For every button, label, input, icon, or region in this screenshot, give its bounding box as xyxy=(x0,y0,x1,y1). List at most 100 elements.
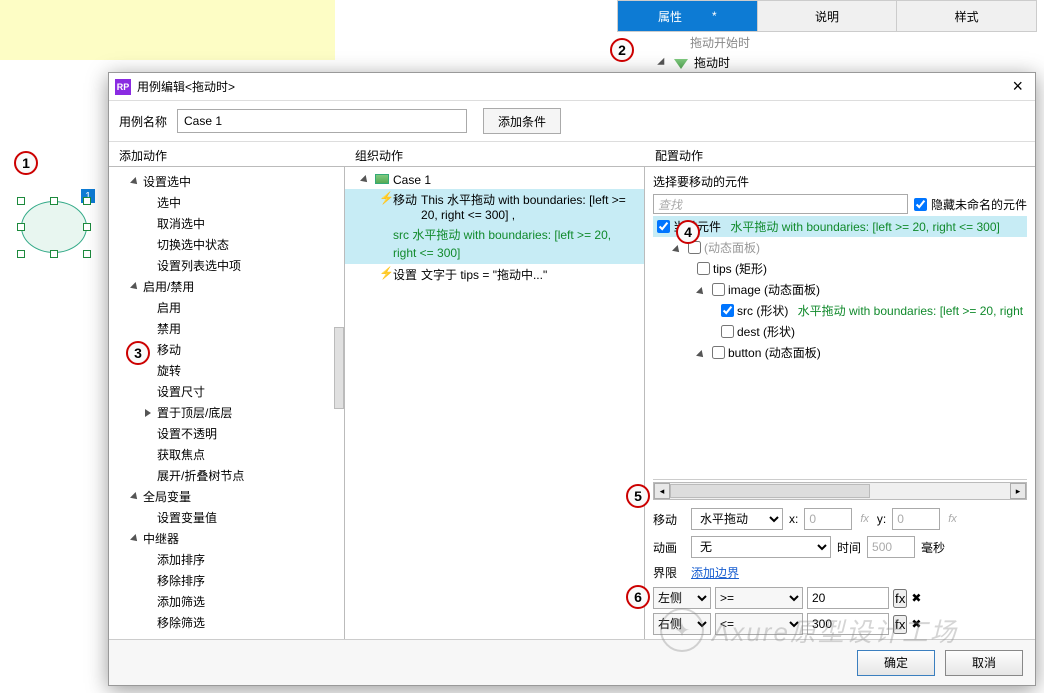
cfg-anim-select[interactable]: 无 xyxy=(691,536,831,558)
boundary-row-2: 右侧 <= fx ✖ xyxy=(653,613,1027,635)
boundary-side-select[interactable]: 左侧 xyxy=(653,587,711,609)
cfg-tree-hscroll[interactable]: ◂ ▸ xyxy=(653,482,1027,500)
configure-action-column: 选择要移动的元件 隐藏未命名的元件 当前元件 水平拖动 with boundar… xyxy=(645,167,1035,639)
shape-ellipse[interactable] xyxy=(21,201,87,253)
action-set-list-selected[interactable]: 设置列表选中项 xyxy=(109,255,344,276)
cfg-search-input[interactable] xyxy=(653,194,908,214)
action-focus[interactable]: 获取焦点 xyxy=(109,444,344,465)
dialog-columns: 设置选中 选中 取消选中 切换选中状态 设置列表选中项 启用/禁用 启用 禁用 … xyxy=(109,167,1035,639)
action-expand-tree[interactable]: 展开/折叠树节点 xyxy=(109,465,344,486)
cfg-move-type-select[interactable]: 水平拖动 xyxy=(691,508,783,530)
cfg-item-dp-root[interactable]: (动态面板) xyxy=(653,237,1027,258)
resize-handle[interactable] xyxy=(50,250,58,258)
action-toggle-selected[interactable]: 切换选中状态 xyxy=(109,234,344,255)
y-label: y: xyxy=(877,512,886,526)
action-bring[interactable]: 置于顶层/底层 xyxy=(109,402,344,423)
cfg-check[interactable] xyxy=(721,325,734,338)
boundary-delete-icon[interactable]: ✖ xyxy=(911,591,921,605)
add-condition-button[interactable]: 添加条件 xyxy=(483,108,561,134)
cfg-hide-unnamed-checkbox[interactable] xyxy=(914,198,927,211)
cfg-item-tips[interactable]: tips (矩形) xyxy=(653,258,1027,279)
action-remove-sort[interactable]: 移除排序 xyxy=(109,570,344,591)
org-action-set[interactable]: ⚡ 设置 文字于 tips = "拖动中..." xyxy=(345,264,644,285)
action-remove-filter[interactable]: 移除筛选 xyxy=(109,612,344,633)
boundary-op-select[interactable]: >= xyxy=(715,587,803,609)
resize-handle[interactable] xyxy=(50,197,58,205)
resize-handle[interactable] xyxy=(17,223,25,231)
scroll-track[interactable] xyxy=(670,484,1010,498)
add-action-column[interactable]: 设置选中 选中 取消选中 切换选中状态 设置列表选中项 启用/禁用 启用 禁用 … xyxy=(109,167,345,639)
case-name-input[interactable] xyxy=(177,109,467,133)
cfg-item-dest[interactable]: dest (形状) xyxy=(653,321,1027,342)
cfg-check[interactable] xyxy=(712,346,725,359)
cfg-item-image-dp[interactable]: image (动态面板) xyxy=(653,279,1027,300)
tab-style[interactable]: 样式 xyxy=(897,1,1036,31)
action-opacity[interactable]: 设置不透明 xyxy=(109,423,344,444)
resize-handle[interactable] xyxy=(83,250,91,258)
action-disable[interactable]: 禁用 xyxy=(109,318,344,339)
cfg-item-button-dp[interactable]: button (动态面板) xyxy=(653,342,1027,363)
canvas-yellow-bg xyxy=(0,0,335,60)
action-group-set-selected[interactable]: 设置选中 xyxy=(109,171,344,192)
events-panel: 拖动开始时 拖动时 xyxy=(640,32,1000,74)
case-name-label: 用例名称 xyxy=(119,113,167,130)
action-set-var[interactable]: 设置变量值 xyxy=(109,507,344,528)
scroll-thumb[interactable] xyxy=(670,484,870,498)
x-label: x: xyxy=(789,512,798,526)
bolt-icon: ⚡ xyxy=(379,266,391,280)
cfg-move-row: 移动 水平拖动 x: fx y: fx xyxy=(653,508,1027,530)
scroll-right-button[interactable]: ▸ xyxy=(1010,483,1026,499)
tab-attributes[interactable]: 属性* xyxy=(618,1,758,31)
annotation-4: 4 xyxy=(676,220,700,244)
action-enable[interactable]: 启用 xyxy=(109,297,344,318)
action-add-filter[interactable]: 添加筛选 xyxy=(109,591,344,612)
col-header-org: 组织动作 xyxy=(345,142,645,166)
cfg-check[interactable] xyxy=(697,262,710,275)
boundary-value-input[interactable] xyxy=(807,587,889,609)
action-deselect[interactable]: 取消选中 xyxy=(109,213,344,234)
boundary-delete-icon[interactable]: ✖ xyxy=(911,617,921,631)
boundary-fx-button[interactable]: fx xyxy=(893,589,907,608)
resize-handle[interactable] xyxy=(83,223,91,231)
action-group-globals[interactable]: 全局变量 xyxy=(109,486,344,507)
column-headers: 添加动作 组织动作 配置动作 xyxy=(109,141,1035,167)
resize-handle[interactable] xyxy=(17,250,25,258)
cfg-y-input[interactable] xyxy=(892,508,940,530)
action-group-repeater[interactable]: 中继器 xyxy=(109,528,344,549)
scroll-left-button[interactable]: ◂ xyxy=(654,483,670,499)
cfg-hide-unnamed[interactable]: 隐藏未命名的元件 xyxy=(914,196,1027,213)
tab-description[interactable]: 说明 xyxy=(758,1,898,31)
resize-handle[interactable] xyxy=(83,197,91,205)
selected-shape[interactable]: 1 xyxy=(15,195,93,259)
bolt-icon: ⚡ xyxy=(379,191,391,205)
organize-action-column[interactable]: Case 1 ⚡ 移动 This 水平拖动 with boundaries: [… xyxy=(345,167,645,639)
cfg-item-src[interactable]: src (形状) 水平拖动 with boundaries: [left >= … xyxy=(653,300,1027,321)
boundary-fx-button[interactable]: fx xyxy=(893,615,907,634)
cfg-time-input[interactable] xyxy=(867,536,915,558)
action-group-enable[interactable]: 启用/禁用 xyxy=(109,276,344,297)
cfg-select-widgets-label: 选择要移动的元件 xyxy=(653,171,1027,194)
org-action-move[interactable]: ⚡ 移动 This 水平拖动 with boundaries: [left >=… xyxy=(345,189,644,224)
cfg-fields: 移动 水平拖动 x: fx y: fx 动画 无 时间 毫秒 xyxy=(653,506,1027,639)
cfg-add-bounds-link[interactable]: 添加边界 xyxy=(691,564,739,581)
org-case-node[interactable]: Case 1 xyxy=(345,171,644,189)
cfg-item-current[interactable]: 当前元件 水平拖动 with boundaries: [left >= 20, … xyxy=(653,216,1027,237)
cfg-check-current[interactable] xyxy=(657,220,670,233)
cfg-check-src[interactable] xyxy=(721,304,734,317)
action-add-sort[interactable]: 添加排序 xyxy=(109,549,344,570)
boundary-op-select[interactable]: <= xyxy=(715,613,803,635)
boundary-value-input[interactable] xyxy=(807,613,889,635)
action-selected[interactable]: 选中 xyxy=(109,192,344,213)
cancel-button[interactable]: 取消 xyxy=(945,650,1023,676)
event-row-drag[interactable]: 拖动时 xyxy=(640,52,1000,72)
action-set-size[interactable]: 设置尺寸 xyxy=(109,381,344,402)
cfg-check[interactable] xyxy=(712,283,725,296)
close-icon[interactable]: × xyxy=(1006,76,1029,97)
ok-button[interactable]: 确定 xyxy=(857,650,935,676)
cfg-widget-tree[interactable]: 当前元件 水平拖动 with boundaries: [left >= 20, … xyxy=(653,216,1027,480)
cfg-x-input[interactable] xyxy=(804,508,852,530)
event-row-prev[interactable]: 拖动开始时 xyxy=(640,32,1000,52)
cfg-search-row: 隐藏未命名的元件 xyxy=(653,194,1027,214)
resize-handle[interactable] xyxy=(17,197,25,205)
boundary-side-select[interactable]: 右侧 xyxy=(653,613,711,635)
